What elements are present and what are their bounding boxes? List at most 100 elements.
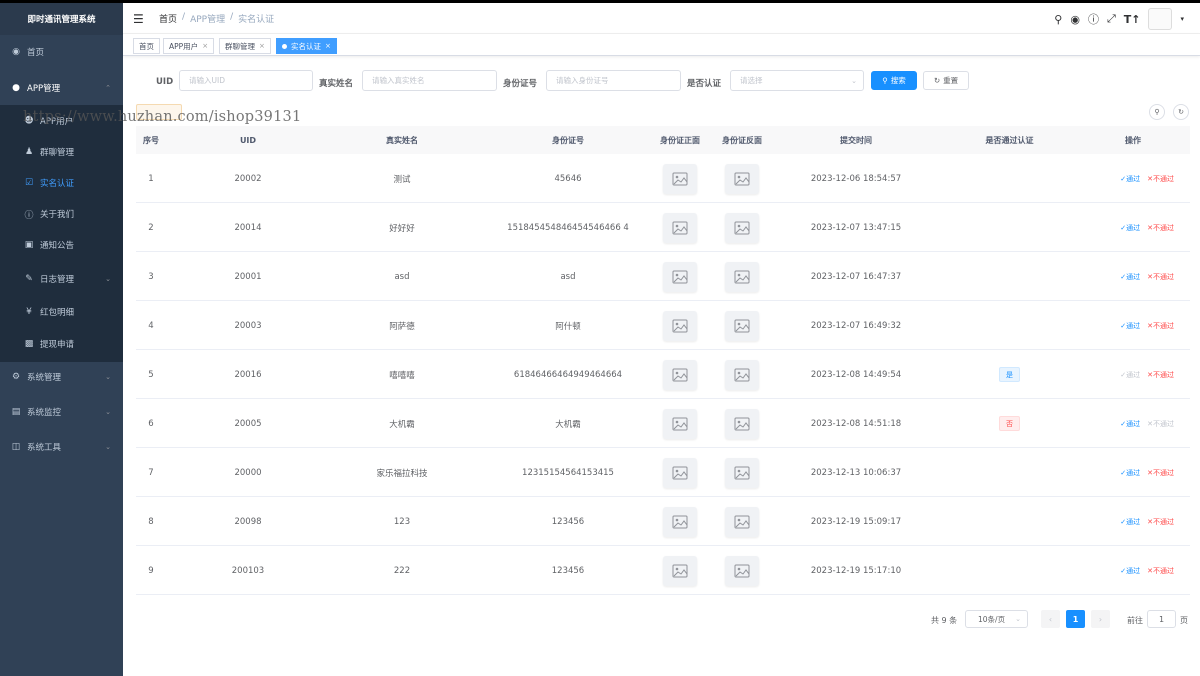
reject-button[interactable]: ✕不通过 — [1147, 370, 1174, 380]
row-id-number: 12315154564153415 — [522, 467, 614, 478]
column-header: 真实姓名 — [386, 135, 418, 145]
approve-button[interactable]: ✓通过 — [1120, 223, 1140, 233]
approve-button[interactable]: ✓通过 — [1120, 272, 1140, 282]
image-placeholder-icon[interactable] — [725, 555, 759, 586]
next-page-button[interactable]: › — [1091, 610, 1110, 628]
image-placeholder-icon[interactable] — [725, 506, 759, 537]
image-placeholder-icon[interactable] — [663, 408, 697, 439]
close-icon[interactable]: × — [259, 42, 265, 50]
dashboard-icon: ◉ — [12, 47, 20, 57]
reject-button[interactable]: ✕不通过 — [1147, 321, 1174, 331]
image-placeholder-icon[interactable] — [663, 261, 697, 292]
reject-button[interactable]: ✕不通过 — [1147, 223, 1174, 233]
approve-button[interactable]: ✓通过 — [1120, 174, 1140, 184]
row-submit-time: 2023-12-19 15:17:10 — [810, 565, 902, 576]
font-size-icon[interactable]: T↑ — [1124, 13, 1141, 26]
image-placeholder-icon[interactable] — [663, 359, 697, 390]
uid-input[interactable]: 请输入UID — [179, 70, 313, 91]
image-placeholder-icon[interactable] — [725, 359, 759, 390]
id-front-image — [654, 301, 706, 350]
breadcrumb-current: 实名认证 — [238, 15, 275, 25]
row-number: 2 — [148, 222, 154, 233]
row-number: 3 — [148, 271, 154, 282]
close-icon[interactable]: × — [325, 42, 331, 50]
goto-page-input[interactable]: 1 — [1147, 610, 1176, 628]
image-placeholder-icon[interactable] — [725, 457, 759, 488]
approve-button[interactable]: ✓通过 — [1120, 566, 1140, 576]
reject-button[interactable]: ✕不通过 — [1147, 419, 1174, 429]
image-placeholder-icon[interactable] — [725, 163, 759, 194]
hamburger-icon[interactable]: ☰ — [133, 12, 144, 26]
row-uid: 20098 — [234, 516, 262, 527]
id-front-image — [654, 497, 706, 546]
image-placeholder-icon[interactable] — [663, 506, 697, 537]
sidebar-item-about-us[interactable]: ⓘ 关于我们 — [0, 199, 123, 229]
image-placeholder-icon[interactable] — [725, 310, 759, 341]
is-verified-select[interactable]: 请选择 ⌄ — [730, 70, 864, 91]
tag-group-chat[interactable]: 群聊管理 × — [219, 38, 271, 54]
reset-button[interactable]: ↻ 重置 — [923, 71, 969, 90]
search-icon[interactable]: ⚲ — [1054, 13, 1062, 26]
id-number-input[interactable]: 请输入身份证号 — [546, 70, 681, 91]
reject-button[interactable]: ✕不通过 — [1147, 174, 1174, 184]
question-icon: ⓘ — [24, 210, 34, 221]
image-placeholder-icon[interactable] — [663, 163, 697, 194]
sidebar-item-red-packet[interactable]: ¥ 红包明细 — [0, 297, 123, 327]
toggle-search-button[interactable]: ⚲ — [1149, 104, 1165, 120]
fullscreen-icon[interactable]: ⤢ — [1107, 12, 1116, 26]
row-real-name: 好好好 — [389, 223, 415, 234]
sidebar-item-withdraw[interactable]: ▩ 提现申请 — [0, 329, 123, 359]
sidebar-item-log-management[interactable]: ✎ 日志管理 ⌄ — [0, 264, 123, 294]
row-submit-time: 2023-12-07 13:47:15 — [810, 222, 902, 233]
chevron-down-icon: ⌄ — [105, 275, 111, 283]
caret-down-icon[interactable]: ▾ — [1180, 15, 1184, 23]
sidebar-item-system-tools[interactable]: ◫ 系统工具 ⌄ — [0, 432, 123, 462]
image-placeholder-icon[interactable] — [663, 555, 697, 586]
sidebar-item-system-monitor[interactable]: ▤ 系统监控 ⌄ — [0, 397, 123, 427]
prev-page-button[interactable]: ‹ — [1041, 610, 1060, 628]
real-name-input[interactable]: 请输入真实姓名 — [362, 70, 497, 91]
row-submit-time: 2023-12-07 16:49:32 — [810, 320, 902, 331]
search-button[interactable]: ⚲ 搜索 — [871, 71, 917, 90]
chevron-down-icon: ⌄ — [1015, 615, 1021, 623]
column-header: UID — [239, 135, 257, 145]
reject-button[interactable]: ✕不通过 — [1147, 468, 1174, 478]
table-header: 序号 UID 真实姓名 身份证号 身份证正面 身份证反面 提交时间 是否通过认证 操作 — [136, 126, 1190, 154]
approve-button[interactable]: ✓通过 — [1120, 517, 1140, 527]
page-number-button[interactable]: 1 — [1066, 610, 1085, 628]
breadcrumb-home[interactable]: 首页 — [159, 12, 177, 25]
image-placeholder-icon[interactable] — [725, 212, 759, 243]
sidebar-item-notices[interactable]: ▣ 通知公告 — [0, 230, 123, 260]
sidebar-item-real-name-auth[interactable]: ☑ 实名认证 — [0, 168, 123, 198]
image-placeholder-icon[interactable] — [663, 212, 697, 243]
refresh-button[interactable]: ↻ — [1173, 104, 1189, 120]
approve-button[interactable]: ✓通过 — [1120, 468, 1140, 478]
page-size-select[interactable]: 10条/页 ⌄ — [965, 610, 1028, 628]
sidebar-item-system-management[interactable]: ⚙ 系统管理 ⌄ — [0, 362, 123, 392]
row-number: 5 — [148, 369, 154, 380]
image-placeholder-icon[interactable] — [725, 261, 759, 292]
reject-button[interactable]: ✕不通过 — [1147, 517, 1174, 527]
sidebar-item-app-management[interactable]: ● APP管理 ⌃ — [0, 73, 123, 103]
github-icon[interactable]: ◉ — [1070, 13, 1080, 26]
sidebar-item-home[interactable]: ◉ 首页 — [0, 37, 123, 67]
close-icon[interactable]: × — [202, 42, 208, 50]
question-icon[interactable]: ⓘ — [1088, 11, 1099, 27]
reject-button[interactable]: ✕不通过 — [1147, 272, 1174, 282]
tag-home[interactable]: 首页 — [133, 38, 160, 54]
approve-button[interactable]: ✓通过 — [1120, 419, 1140, 429]
row-uid: 20002 — [234, 173, 262, 184]
image-placeholder-icon[interactable] — [663, 310, 697, 341]
tag-app-users[interactable]: APP用户 × — [163, 38, 215, 54]
sidebar-item-group-chat[interactable]: ♟ 群聊管理 — [0, 137, 123, 167]
row-status — [943, 203, 1076, 252]
approve-button[interactable]: ✓通过 — [1120, 370, 1140, 380]
reject-button[interactable]: ✕不通过 — [1147, 566, 1174, 576]
avatar[interactable] — [1148, 8, 1173, 30]
tag-real-name-auth[interactable]: 实名认证 × — [276, 38, 337, 54]
page-suffix: 页 — [1180, 616, 1188, 625]
image-placeholder-icon[interactable] — [663, 457, 697, 488]
image-placeholder-icon[interactable] — [725, 408, 759, 439]
active-dot-icon — [282, 43, 287, 49]
approve-button[interactable]: ✓通过 — [1120, 321, 1140, 331]
